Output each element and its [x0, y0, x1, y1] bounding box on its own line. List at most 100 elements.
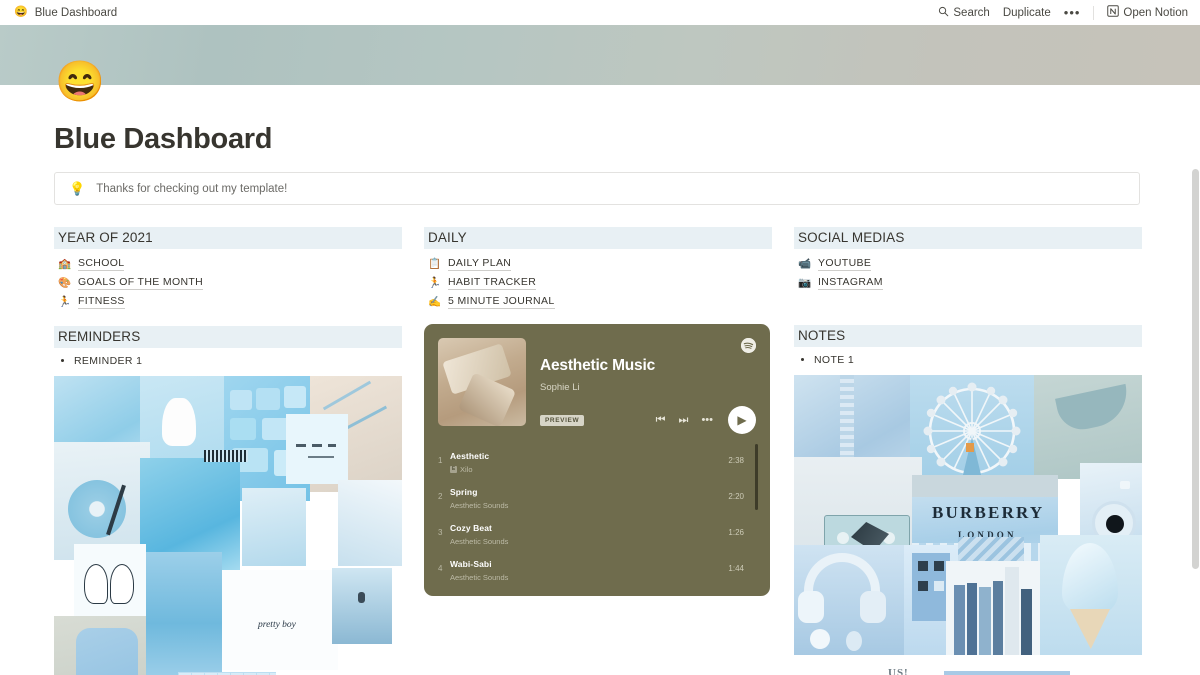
spotify-embed[interactable]: Aesthetic Music Sophie Li PREVIEW ⏮ ⏭ ••… [424, 324, 770, 596]
collage-label-burberry: BURBERRY [932, 503, 1045, 522]
year-links-list: 🏫 SCHOOL 🎨 GOALS OF THE MONTH 🏃 FITNESS [54, 255, 402, 312]
link-label: YOUTUBE [818, 257, 872, 271]
collage-label-pretty-boy: pretty boy [258, 620, 296, 630]
link-instagram[interactable]: 📷 INSTAGRAM [794, 274, 1142, 293]
camera-icon: 📷 [798, 276, 812, 289]
track-list-scrollbar[interactable] [755, 444, 758, 510]
player-more-button[interactable]: ••• [701, 414, 713, 426]
track-name: Wabi-Sabi [450, 559, 492, 569]
track-row[interactable]: 1 Aesthetic E Xilo 2:38 [424, 442, 770, 478]
track-row[interactable]: 4 Wabi-Sabi Aesthetic Sounds 1:44 [424, 550, 770, 586]
track-row[interactable]: 2 Spring Aesthetic Sounds 2:20 [424, 478, 770, 514]
track-artist: Aesthetic Sounds [450, 573, 509, 582]
link-daily-plan[interactable]: 📋 DAILY PLAN [424, 255, 772, 274]
link-5-minute-journal[interactable]: ✍️ 5 MINUTE JOURNAL [424, 293, 772, 312]
search-label: Search [953, 6, 990, 19]
collage-tile-strip [944, 671, 1070, 675]
open-notion-label: Open Notion [1123, 6, 1188, 19]
link-label: FITNESS [78, 295, 125, 309]
track-artist: Aesthetic Sounds [450, 501, 509, 510]
track-artist-row: Aesthetic Sounds [450, 573, 728, 582]
track-duration: 2:20 [728, 491, 744, 501]
breadcrumb-label: Blue Dashboard [34, 6, 118, 19]
link-label: 5 MINUTE JOURNAL [448, 295, 555, 309]
top-bar: 😄 Blue Dashboard Search Duplicate ••• Op… [0, 0, 1200, 25]
breadcrumb[interactable]: 😄 Blue Dashboard [14, 7, 117, 19]
collage-tile-ice-cream [1040, 535, 1142, 655]
top-bar-actions: Search Duplicate ••• Open Notion [938, 5, 1188, 20]
link-label: GOALS OF THE MONTH [78, 276, 204, 290]
track-name: Aesthetic [450, 451, 490, 461]
list-item: REMINDER 1 [74, 355, 402, 367]
page-scrollbar-thumb[interactable] [1192, 169, 1199, 569]
link-label: INSTAGRAM [818, 276, 883, 290]
collage-tile-card [286, 414, 348, 484]
duplicate-button[interactable]: Duplicate [1003, 7, 1051, 19]
more-options-button[interactable]: ••• [1064, 5, 1081, 20]
palette-icon: 🎨 [58, 276, 72, 289]
track-artist: Aesthetic Sounds [450, 537, 509, 546]
album-title: Aesthetic Music [540, 357, 656, 374]
link-school[interactable]: 🏫 SCHOOL [54, 255, 402, 274]
link-label: DAILY PLAN [448, 257, 512, 271]
spotify-logo-icon[interactable] [741, 338, 756, 353]
collage-tile-books [946, 561, 1042, 655]
track-artist-row: Aesthetic Sounds [450, 501, 728, 510]
collage-tile-marble [146, 552, 222, 675]
column-layout: YEAR OF 2021 🏫 SCHOOL 🎨 GOALS OF THE MON… [54, 227, 1142, 675]
column-right: SOCIAL MEDIAS 📹 YOUTUBE 📷 INSTAGRAM NOTE… [794, 227, 1142, 675]
link-habit-tracker[interactable]: 🏃 HABIT TRACKER [424, 274, 772, 293]
callout-text: Thanks for checking out my template! [96, 182, 288, 195]
album-artist: Sophie Li [540, 382, 580, 393]
collage-tile-clouds [338, 480, 402, 566]
collage-tile-turntable [54, 442, 150, 560]
track-number: 3 [438, 527, 443, 537]
video-camera-icon: 📹 [798, 257, 812, 270]
daily-links-list: 📋 DAILY PLAN 🏃 HABIT TRACKER ✍️ 5 MINUTE… [424, 255, 772, 312]
play-button[interactable]: ▶ [728, 406, 756, 434]
link-youtube[interactable]: 📹 YOUTUBE [794, 255, 1142, 274]
next-track-button[interactable]: ⏭ [679, 414, 689, 426]
track-info: Cozy Beat Aesthetic Sounds [450, 518, 728, 546]
track-name: Cozy Beat [450, 523, 492, 533]
writing-hand-icon: ✍️ [428, 295, 442, 308]
track-list: 1 Aesthetic E Xilo 2:38 2 Spring Aesthet… [424, 436, 770, 596]
link-fitness[interactable]: 🏃 FITNESS [54, 293, 402, 312]
player-controls: ⏮ ⏭ ••• ▶ [656, 406, 756, 434]
collage-tile-person [54, 616, 158, 675]
section-header-notes: NOTES [794, 325, 1142, 347]
preview-badge: PREVIEW [540, 415, 585, 426]
track-row[interactable]: 3 Cozy Beat Aesthetic Sounds 1:26 [424, 514, 770, 550]
search-button[interactable]: Search [938, 6, 990, 20]
toolbar-divider [1093, 5, 1095, 20]
link-label: SCHOOL [78, 257, 125, 271]
notes-list: NOTE 1 [794, 354, 1142, 366]
breadcrumb-emoji-icon: 😄 [14, 6, 28, 18]
track-number: 2 [438, 491, 443, 501]
collage-tile-swimmer [332, 568, 392, 644]
section-header-year-of-2021: YEAR OF 2021 [54, 227, 402, 249]
page-title: Blue Dashboard [54, 123, 273, 155]
collage-tile-headphones [794, 545, 912, 655]
track-info: Wabi-Sabi Aesthetic Sounds [450, 554, 728, 582]
previous-track-button[interactable]: ⏮ [656, 414, 666, 426]
collage-tile [242, 488, 306, 566]
collage-label-us: US! [888, 667, 909, 675]
runner-icon: 🏃 [58, 295, 72, 308]
section-header-daily: DAILY [424, 227, 772, 249]
duplicate-label: Duplicate [1002, 6, 1051, 19]
page-content: Blue Dashboard 💡 Thanks for checking out… [0, 85, 1200, 675]
link-goals-of-the-month[interactable]: 🎨 GOALS OF THE MONTH [54, 274, 402, 293]
explicit-badge-icon: E [450, 466, 457, 473]
spotify-header: Aesthetic Music Sophie Li PREVIEW ⏮ ⏭ ••… [424, 324, 770, 436]
page-scrollbar[interactable] [1191, 85, 1200, 675]
track-number: 4 [438, 563, 443, 573]
open-notion-button[interactable]: Open Notion [1107, 5, 1188, 20]
school-icon: 🏫 [58, 257, 72, 270]
album-artwork [438, 338, 526, 426]
reminders-list: REMINDER 1 [54, 355, 402, 367]
callout-block: 💡 Thanks for checking out my template! [54, 172, 1140, 205]
link-label: HABIT TRACKER [448, 276, 537, 290]
notion-logo-icon [1107, 5, 1120, 20]
